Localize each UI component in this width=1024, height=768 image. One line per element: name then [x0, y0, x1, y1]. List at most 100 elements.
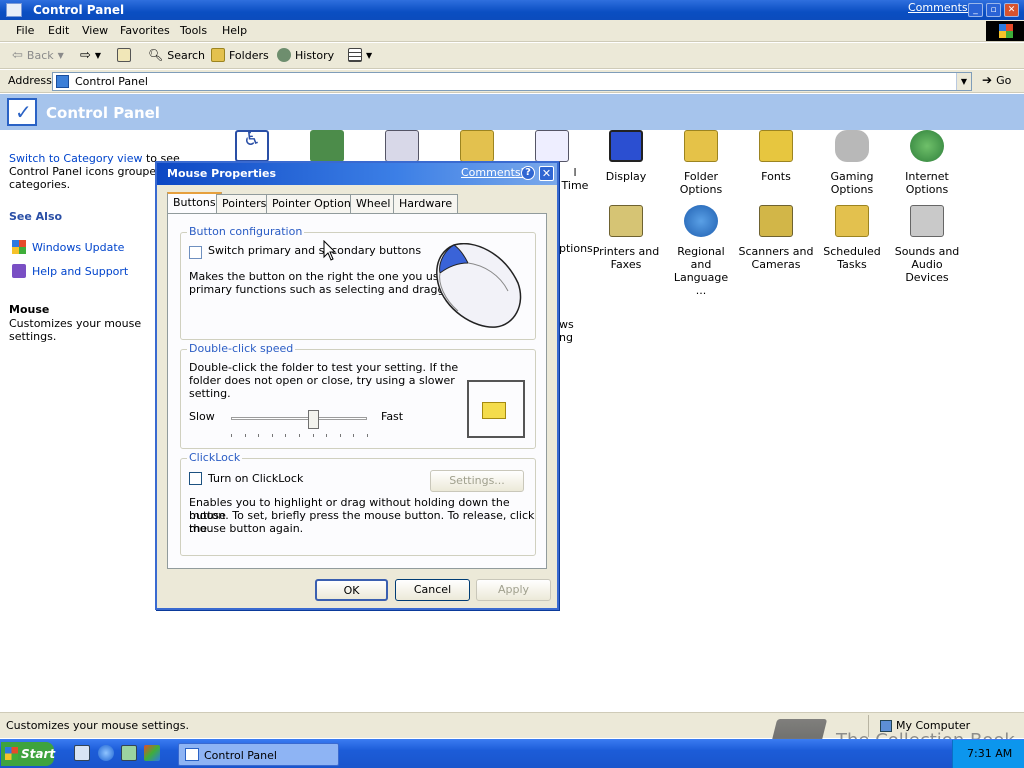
- clicklock-title: ClickLock: [187, 451, 243, 464]
- media-player-icon[interactable]: [144, 745, 160, 761]
- cp-item-display[interactable]: Display: [588, 130, 664, 183]
- cp-item-gaming-options[interactable]: Gaming Options: [814, 130, 890, 196]
- start-button[interactable]: Start: [1, 742, 55, 766]
- comments-link[interactable]: Comments?: [908, 1, 973, 14]
- search-button[interactable]: 🔍︎ Search: [148, 48, 205, 62]
- menu-help[interactable]: Help: [222, 24, 247, 37]
- windows-update-link[interactable]: Windows Update: [12, 240, 124, 254]
- dialog-comments-link[interactable]: Comments?: [461, 166, 526, 179]
- show-desktop-icon[interactable]: [74, 745, 90, 761]
- window-title: Control Panel: [33, 3, 125, 17]
- control-panel-icon: [6, 3, 22, 17]
- menu-view[interactable]: View: [82, 24, 108, 37]
- system-tray: 7:31 AM: [952, 740, 1024, 768]
- cp-item-scanners-cameras[interactable]: Scanners and Cameras: [738, 205, 814, 271]
- folders-label: Folders: [229, 48, 269, 62]
- dialog-title-bar[interactable]: Mouse Properties Comments? ? ✕: [157, 163, 557, 185]
- tab-pointer-options[interactable]: Pointer Options: [266, 194, 363, 213]
- help-icon[interactable]: ?: [521, 166, 535, 180]
- tab-panel: Button configuration Switch primary and …: [167, 213, 547, 569]
- slider-tick: [353, 434, 355, 437]
- tab-hardware[interactable]: Hardware: [393, 194, 459, 213]
- restore-button[interactable]: ▫: [986, 3, 1001, 17]
- speed-slider-thumb[interactable]: [307, 410, 319, 429]
- go-arrow-icon: ➔: [982, 73, 993, 87]
- cp-item-internet-options[interactable]: Internet Options: [889, 130, 965, 196]
- scheduled-tasks-label: Scheduled Tasks: [823, 245, 881, 271]
- clicklock-desc-3: mouse button again.: [189, 522, 304, 535]
- history-icon: [277, 48, 291, 62]
- menu-file[interactable]: File: [16, 24, 34, 37]
- apply-button[interactable]: Apply: [476, 579, 551, 601]
- menu-edit[interactable]: Edit: [48, 24, 69, 37]
- windows-update-icon: [12, 240, 26, 254]
- switch-text-3: categories.: [9, 178, 71, 191]
- go-label: Go: [996, 73, 1012, 87]
- gaming-options-label: Gaming Options: [830, 170, 874, 196]
- go-button[interactable]: ➔ Go: [982, 73, 1011, 87]
- sounds-audio-label: Sounds and Audio Devices: [894, 245, 960, 284]
- partial-label-ng: ng: [559, 331, 573, 344]
- views-button[interactable]: ▼: [348, 48, 372, 62]
- switch-category-link[interactable]: Switch to Category view: [9, 152, 142, 165]
- menu-favorites[interactable]: Favorites: [120, 24, 170, 37]
- switch-buttons-checkbox[interactable]: [189, 246, 202, 259]
- fonts-label: Fonts: [761, 170, 791, 183]
- window-title-bar[interactable]: Control Panel Comments? _ ▫ ✕: [0, 0, 1024, 20]
- cp-item-scheduled-tasks[interactable]: Scheduled Tasks: [814, 205, 890, 271]
- clicklock-checkbox[interactable]: [189, 472, 202, 485]
- quick-launch-icon[interactable]: [121, 745, 137, 761]
- accessibility-icon: ♿: [235, 128, 269, 162]
- history-button[interactable]: History: [277, 48, 334, 62]
- chevron-down-icon: ▼: [57, 51, 64, 60]
- partial-label-ws: ws: [559, 318, 574, 331]
- test-folder[interactable]: [467, 380, 525, 438]
- up-folder-button[interactable]: [117, 48, 131, 62]
- close-button[interactable]: ✕: [1004, 3, 1019, 17]
- forward-button[interactable]: ⇨ ▼: [80, 48, 101, 63]
- folders-button[interactable]: Folders: [211, 48, 269, 62]
- page-header: Control Panel: [0, 94, 1024, 130]
- cp-item-regional-language[interactable]: Regional and Language ...: [663, 205, 739, 297]
- button-config-desc-1: Makes the button on the right the one yo…: [189, 270, 464, 283]
- help-book-icon: [12, 264, 26, 278]
- cp-item-fonts[interactable]: Fonts: [738, 130, 814, 183]
- cp-item-folder-options[interactable]: Folder Options: [663, 130, 739, 196]
- dialog-close-button[interactable]: ✕: [539, 166, 554, 181]
- date-time-partial-label: l Time: [561, 166, 589, 192]
- game-controller-icon: [835, 130, 869, 162]
- button-config-title: Button configuration: [187, 225, 305, 238]
- slider-tick: [258, 434, 260, 437]
- mouse-properties-dialog: Mouse Properties Comments? ? ✕ Buttons P…: [155, 161, 559, 610]
- switch-buttons-label: Switch primary and secondary buttons: [208, 244, 422, 257]
- speed-slider-track[interactable]: [231, 417, 367, 420]
- double-click-desc-1: Double-click the folder to test your set…: [189, 361, 459, 374]
- tab-wheel[interactable]: Wheel: [350, 194, 397, 213]
- tab-buttons[interactable]: Buttons: [167, 192, 222, 214]
- cp-item-printers-faxes[interactable]: Printers and Faxes: [588, 205, 664, 271]
- address-input[interactable]: Control Panel: [52, 72, 972, 91]
- folder-icon: [482, 402, 506, 419]
- help-support-link[interactable]: Help and Support: [12, 264, 128, 278]
- calendar-clock-icon: [535, 130, 569, 162]
- tab-pointers[interactable]: Pointers: [216, 194, 273, 213]
- cp-item-sounds-audio[interactable]: Sounds and Audio Devices: [889, 205, 965, 284]
- control-panel-icon: [185, 748, 199, 761]
- clicklock-settings-button[interactable]: Settings...: [430, 470, 524, 492]
- folders-icon: [211, 48, 225, 62]
- address-dropdown-button[interactable]: ▼: [956, 73, 971, 90]
- ok-button[interactable]: OK: [315, 579, 388, 601]
- slider-tick: [326, 434, 328, 437]
- menu-tools[interactable]: Tools: [180, 24, 207, 37]
- cancel-button[interactable]: Cancel: [395, 579, 470, 601]
- search-label: Search: [167, 48, 206, 62]
- clock[interactable]: 7:31 AM: [967, 747, 1012, 760]
- toolbar: ⇦ Back ▼ ⇨ ▼ 🔍︎ Search Folders History ▼: [0, 43, 1024, 69]
- scanner-icon: [759, 205, 793, 237]
- internet-explorer-icon[interactable]: [98, 745, 114, 761]
- folder-options-label: Folder Options: [679, 170, 723, 196]
- taskbar-control-panel-button[interactable]: Control Panel: [178, 743, 339, 766]
- display-icon: [609, 130, 643, 162]
- minimize-button[interactable]: _: [968, 3, 983, 17]
- back-button[interactable]: ⇦ Back ▼: [12, 48, 64, 63]
